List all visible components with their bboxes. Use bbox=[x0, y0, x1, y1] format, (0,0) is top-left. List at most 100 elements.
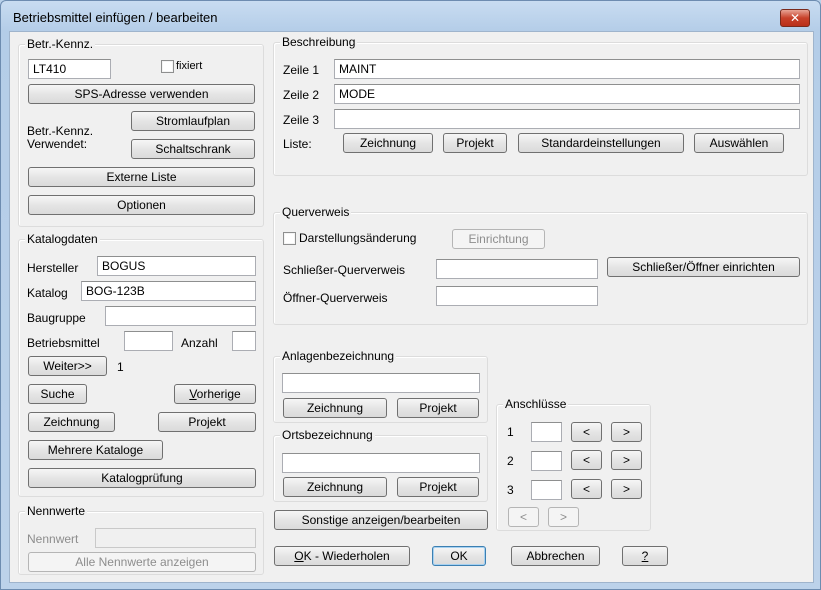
anschluss-2-right-button[interactable]: > bbox=[611, 450, 642, 470]
anlagen-zeichnung-button[interactable]: Zeichnung bbox=[283, 398, 387, 418]
chevron-left-icon: < bbox=[519, 510, 527, 524]
chevron-right-icon: > bbox=[622, 482, 630, 496]
group-title-ortsbezeichnung: Ortsbezeichnung bbox=[280, 428, 375, 442]
chevron-right-icon: > bbox=[622, 425, 630, 439]
darstellungsaenderung-checkbox[interactable] bbox=[283, 232, 296, 245]
anlagen-projekt-button[interactable]: Projekt bbox=[397, 398, 479, 418]
ok-wiederholen-underline: O bbox=[294, 549, 304, 563]
group-ortsbezeichnung: Ortsbezeichnung Zeichnung Projekt bbox=[273, 428, 488, 502]
group-title-anlagenbezeichnung: Anlagenbezeichnung bbox=[280, 349, 397, 363]
chevron-left-icon: < bbox=[582, 453, 590, 467]
schliesser-querverweis-input[interactable] bbox=[436, 259, 598, 279]
anschluss-3-right-button[interactable]: > bbox=[611, 479, 642, 499]
einrichtung-button[interactable]: Einrichtung bbox=[452, 229, 545, 249]
externe-liste-button[interactable]: Externe Liste bbox=[28, 167, 255, 187]
oeffner-querverweis-input[interactable] bbox=[436, 286, 598, 306]
anschluss-2-left-button[interactable]: < bbox=[571, 450, 602, 470]
group-title-nennwerte: Nennwerte bbox=[25, 504, 88, 518]
anschluss-1-right-button[interactable]: > bbox=[611, 422, 642, 442]
zeile1-input[interactable]: MAINT bbox=[334, 59, 800, 79]
ok-button[interactable]: OK bbox=[432, 546, 486, 566]
sps-adresse-button[interactable]: SPS-Adresse verwenden bbox=[28, 84, 255, 104]
group-title-beschreibung: Beschreibung bbox=[280, 35, 358, 49]
anschluss-input-1[interactable] bbox=[531, 422, 562, 442]
group-title-katalogdaten: Katalogdaten bbox=[25, 232, 100, 246]
weiter-button[interactable]: Weiter>> bbox=[28, 356, 107, 376]
anschluss-3-left-button[interactable]: < bbox=[571, 479, 602, 499]
anzahl-input[interactable] bbox=[232, 331, 256, 351]
ok-wiederholen-label: K - Wiederholen bbox=[303, 549, 390, 563]
mehrere-kataloge-button[interactable]: Mehrere Kataloge bbox=[28, 440, 163, 460]
zeile3-label: Zeile 3 bbox=[283, 113, 320, 127]
anschluss-label-2: 2 bbox=[507, 454, 514, 468]
close-button[interactable]: ✕ bbox=[780, 9, 810, 27]
oeffner-querverweis-label: Öffner-Querverweis bbox=[283, 291, 388, 305]
group-title-betr-kennz: Betr.-Kennz. bbox=[25, 37, 96, 51]
group-beschreibung: Beschreibung Zeile 1 MAINT Zeile 2 MODE … bbox=[273, 35, 808, 176]
katalogpruefung-button[interactable]: Katalogprüfung bbox=[28, 468, 256, 488]
group-betr-kennz: Betr.-Kennz. LT410 fixiert SPS-Adresse v… bbox=[18, 37, 264, 227]
chevron-left-icon: < bbox=[582, 425, 590, 439]
alle-nennwerte-button[interactable]: Alle Nennwerte anzeigen bbox=[28, 552, 256, 572]
title-bar[interactable]: Betriebsmittel einfügen / bearbeiten ✕ bbox=[1, 1, 820, 31]
anschluss-next-button[interactable]: > bbox=[548, 507, 579, 527]
suche-button[interactable]: Suche bbox=[28, 384, 87, 404]
dialog-body: Betr.-Kennz. LT410 fixiert SPS-Adresse v… bbox=[9, 31, 814, 583]
nennwert-label: Nennwert bbox=[27, 532, 79, 546]
orts-projekt-button[interactable]: Projekt bbox=[397, 477, 479, 497]
darstellungsaenderung-label: Darstellungsänderung bbox=[299, 231, 417, 245]
standardeinstellungen-button[interactable]: Standardeinstellungen bbox=[518, 133, 684, 153]
zeile3-input[interactable] bbox=[334, 109, 800, 129]
help-button[interactable]: ? bbox=[622, 546, 668, 566]
weiter-count: 1 bbox=[117, 360, 124, 374]
schaltschrank-button[interactable]: Schaltschrank bbox=[131, 139, 255, 159]
katalog-input[interactable]: BOG-123B bbox=[81, 281, 256, 301]
dialog-window: Betriebsmittel einfügen / bearbeiten ✕ B… bbox=[0, 0, 821, 590]
anschluss-label-1: 1 bbox=[507, 425, 514, 439]
anschluss-input-3[interactable] bbox=[531, 480, 562, 500]
group-anschluesse: Anschlüsse 1 < > 2 < > 3 < > < > bbox=[496, 397, 651, 531]
anschluss-input-2[interactable] bbox=[531, 451, 562, 471]
katalog-projekt-button[interactable]: Projekt bbox=[158, 412, 256, 432]
orts-zeichnung-button[interactable]: Zeichnung bbox=[283, 477, 387, 497]
hersteller-input[interactable]: BOGUS bbox=[97, 256, 256, 276]
schliesser-oeffner-einrichten-button[interactable]: Schließer/Öffner einrichten bbox=[607, 257, 800, 277]
anschluss-1-left-button[interactable]: < bbox=[571, 422, 602, 442]
help-label: ? bbox=[641, 549, 649, 563]
zeile2-input[interactable]: MODE bbox=[334, 84, 800, 104]
hersteller-label: Hersteller bbox=[27, 261, 79, 275]
auswaehlen-button[interactable]: Auswählen bbox=[694, 133, 784, 153]
vorherige-button[interactable]: Vorherige bbox=[174, 384, 256, 404]
ok-wiederholen-button[interactable]: OK - Wiederholen bbox=[274, 546, 410, 566]
zeile1-label: Zeile 1 bbox=[283, 63, 320, 77]
abbrechen-button[interactable]: Abbrechen bbox=[511, 546, 600, 566]
window-title: Betriebsmittel einfügen / bearbeiten bbox=[13, 10, 218, 25]
baugruppe-input[interactable] bbox=[105, 306, 256, 326]
fixiert-checkbox[interactable] bbox=[161, 60, 174, 73]
sonstige-anzeigen-button[interactable]: Sonstige anzeigen/bearbeiten bbox=[274, 510, 488, 530]
baugruppe-label: Baugruppe bbox=[27, 311, 86, 325]
anlagenbezeichnung-input[interactable] bbox=[282, 373, 480, 393]
katalog-label: Katalog bbox=[27, 286, 68, 300]
verwendet-label-2: Verwendet: bbox=[27, 137, 88, 151]
optionen-button[interactable]: Optionen bbox=[28, 195, 255, 215]
group-katalogdaten: Katalogdaten Hersteller BOGUS Katalog BO… bbox=[18, 232, 264, 497]
betriebsmittel-input[interactable] bbox=[124, 331, 173, 351]
zeile2-label: Zeile 2 bbox=[283, 88, 320, 102]
chevron-left-icon: < bbox=[582, 482, 590, 496]
betr-kennz-input[interactable]: LT410 bbox=[28, 59, 111, 79]
beschreibung-projekt-button[interactable]: Projekt bbox=[443, 133, 507, 153]
nennwert-input[interactable] bbox=[95, 528, 256, 548]
ortsbezeichnung-input[interactable] bbox=[282, 453, 480, 473]
liste-label: Liste: bbox=[283, 137, 312, 151]
fixiert-label: fixiert bbox=[176, 60, 203, 72]
stromlaufplan-button[interactable]: Stromlaufplan bbox=[131, 111, 255, 131]
group-title-anschluesse: Anschlüsse bbox=[503, 397, 569, 411]
group-title-querverweis: Querverweis bbox=[280, 205, 352, 219]
chevron-right-icon: > bbox=[622, 453, 630, 467]
group-nennwerte: Nennwerte Nennwert Alle Nennwerte anzeig… bbox=[18, 504, 264, 575]
anzahl-label: Anzahl bbox=[181, 336, 218, 350]
beschreibung-zeichnung-button[interactable]: Zeichnung bbox=[343, 133, 433, 153]
anschluss-prev-button[interactable]: < bbox=[508, 507, 539, 527]
katalog-zeichnung-button[interactable]: Zeichnung bbox=[28, 412, 115, 432]
